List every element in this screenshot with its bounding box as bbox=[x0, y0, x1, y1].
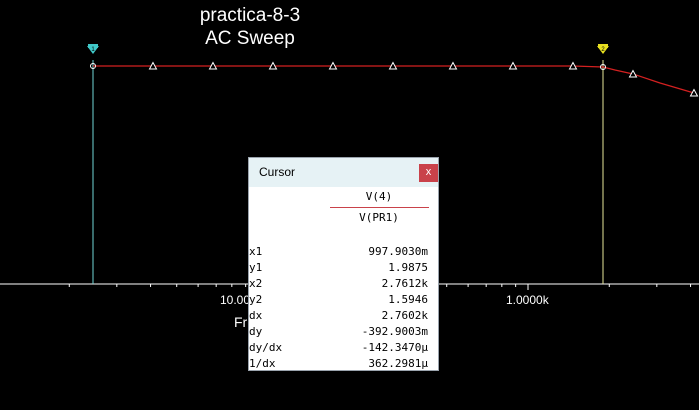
cursor1-marker[interactable]: 1 bbox=[87, 44, 99, 54]
row-value-dx: 2.7602k bbox=[381, 309, 428, 322]
plot-title: practica-8-3 bbox=[199, 5, 301, 26]
row-value-x1: 997.9030m bbox=[368, 245, 428, 258]
x-tick-label: 10.00 bbox=[220, 293, 251, 307]
row-value-dy: -392.9003m bbox=[361, 325, 428, 338]
row-label-y1: y1 bbox=[249, 261, 263, 274]
trace-markers bbox=[148, 61, 699, 97]
trace-expression-top: V(4) bbox=[365, 190, 393, 203]
row-value-y2: 1.5946 bbox=[388, 293, 428, 306]
cursor-dialog-titlebar[interactable]: Cursor x bbox=[249, 158, 438, 187]
row-label-y2: y2 bbox=[249, 293, 263, 306]
cursor2-marker[interactable]: 2 bbox=[597, 44, 609, 54]
row-value-dydx: -142.3470μ bbox=[361, 341, 428, 354]
row-label-x1: x1 bbox=[249, 245, 263, 258]
divider bbox=[330, 207, 429, 208]
row-label-dx: dx bbox=[249, 309, 263, 322]
plot-subtitle: AC Sweep bbox=[205, 28, 295, 49]
row-value-1dx: 362.2981μ bbox=[368, 357, 428, 370]
v4-vpr1-trace bbox=[93, 65, 695, 94]
cursor-dialog-title: Cursor bbox=[259, 165, 296, 179]
trace-expression-bottom: V(PR1) bbox=[359, 211, 399, 224]
cursor-dialog[interactable]: Cursor x V(4) V(PR1) x1 997.9030m y1 1.9… bbox=[248, 157, 439, 371]
row-label-x2: x2 bbox=[249, 277, 263, 290]
row-label-dydx: dy/dx bbox=[249, 341, 283, 354]
close-button[interactable]: x bbox=[419, 164, 438, 182]
row-label-1dx: 1/dx bbox=[249, 357, 276, 370]
row-value-y1: 1.9875 bbox=[388, 261, 428, 274]
row-value-x2: 2.7612k bbox=[381, 277, 428, 290]
x-axis-label: Fr bbox=[234, 314, 248, 330]
x-tick-label: 1.0000k bbox=[506, 293, 549, 307]
row-label-dy: dy bbox=[249, 325, 263, 338]
